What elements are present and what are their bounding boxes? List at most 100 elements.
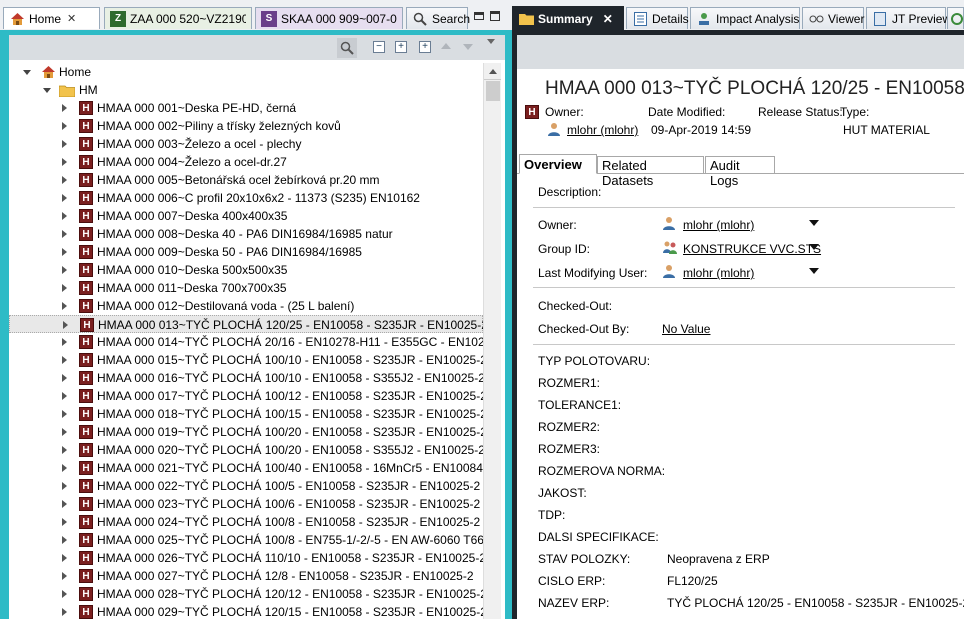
- expand-arrow-icon[interactable]: [62, 356, 67, 364]
- group-dropdown-icon[interactable]: [809, 244, 819, 250]
- expand-arrow-icon[interactable]: [62, 266, 67, 274]
- lmu-dropdown-icon[interactable]: [809, 268, 819, 274]
- expand-arrow-icon[interactable]: [62, 536, 67, 544]
- tree-item[interactable]: H HMAA 000 011~Deska 700x700x35: [9, 279, 483, 297]
- tree-item[interactable]: H HMAA 000 004~Železo a ocel-dr.27: [9, 153, 483, 171]
- tree-scrollbar[interactable]: [483, 63, 501, 619]
- expand-arrow-icon[interactable]: [62, 338, 67, 346]
- tab-home[interactable]: Home ✕: [3, 7, 100, 29]
- tree-root-home[interactable]: Home: [9, 63, 483, 81]
- tree-item[interactable]: H HMAA 000 029~TYČ PLOCHÁ 120/15 - EN1005…: [9, 603, 483, 619]
- expand-arrow-icon[interactable]: [62, 428, 67, 436]
- tab-summary[interactable]: Summary ✕: [512, 6, 624, 30]
- view-menu-icon[interactable]: [487, 39, 495, 44]
- arrow-up-icon[interactable]: [441, 43, 451, 49]
- tab-overview[interactable]: Overview: [519, 154, 597, 174]
- expand-arrow-icon[interactable]: [62, 590, 67, 598]
- tree-item[interactable]: H HMAA 000 013~TYČ PLOCHÁ 120/25 - EN1005…: [9, 315, 483, 333]
- tree-item[interactable]: H HMAA 000 022~TYČ PLOCHÁ 100/5 - EN10058…: [9, 477, 483, 495]
- expand-arrow-icon[interactable]: [23, 70, 31, 75]
- arrow-down-icon[interactable]: [463, 44, 473, 50]
- tree-item[interactable]: H HMAA 000 027~TYČ PLOCHÁ 12/8 - EN10058 …: [9, 567, 483, 585]
- tree-folder-label: HM: [79, 83, 98, 97]
- tab-related-datasets[interactable]: Related Datasets: [597, 156, 704, 188]
- tab-jt-preview[interactable]: JT Preview: [866, 7, 951, 29]
- tab-impact-analysis[interactable]: Impact Analysis: [690, 7, 800, 29]
- tab-more[interactable]: [947, 7, 964, 29]
- tree-item[interactable]: H HMAA 000 017~TYČ PLOCHÁ 100/12 - EN1005…: [9, 387, 483, 405]
- tab-zaa[interactable]: Z ZAA 000 520~VZ219065: [104, 7, 252, 29]
- expand-arrow-icon[interactable]: [62, 194, 67, 202]
- tree-folder-hm[interactable]: HM: [9, 81, 483, 99]
- expand-arrow-icon[interactable]: [62, 482, 67, 490]
- close-icon[interactable]: ✕: [603, 12, 613, 26]
- tree-item[interactable]: H HMAA 000 028~TYČ PLOCHÁ 120/12 - EN1005…: [9, 585, 483, 603]
- collapse-all-button[interactable]: −: [373, 41, 385, 53]
- owner-header-link[interactable]: mlohr (mlohr): [567, 123, 638, 137]
- tree-item[interactable]: H HMAA 000 007~Deska 400x400x35: [9, 207, 483, 225]
- group-id-link[interactable]: KONSTRUKCE VVC.STS: [683, 242, 821, 256]
- expand-arrow-icon[interactable]: [43, 88, 51, 93]
- tree-item[interactable]: H HMAA 000 002~Piliny a třísky železných …: [9, 117, 483, 135]
- expand-arrow-icon[interactable]: [62, 554, 67, 562]
- close-icon[interactable]: ✕: [67, 12, 76, 25]
- expand-arrow-icon[interactable]: [62, 446, 67, 454]
- tree-item[interactable]: H HMAA 000 012~Destilovaná voda - (25 L b…: [9, 297, 483, 315]
- expand-arrow-icon[interactable]: [62, 500, 67, 508]
- tree-item[interactable]: H HMAA 000 006~C profil 20x10x6x2 - 11373…: [9, 189, 483, 207]
- tree-item[interactable]: H HMAA 000 020~TYČ PLOCHÁ 100/20 - EN1005…: [9, 441, 483, 459]
- tab-viewer[interactable]: Viewer: [802, 7, 864, 29]
- expand-arrow-icon[interactable]: [62, 410, 67, 418]
- tree-item[interactable]: H HMAA 000 009~Deska 50 - PA6 DIN16984/16…: [9, 243, 483, 261]
- expand-arrow-icon[interactable]: [62, 176, 67, 184]
- tree-item[interactable]: H HMAA 000 026~TYČ PLOCHÁ 110/10 - EN1005…: [9, 549, 483, 567]
- minimize-button[interactable]: [474, 12, 484, 20]
- checked-out-by-link[interactable]: No Value: [662, 322, 710, 336]
- expand-button[interactable]: +: [395, 41, 407, 53]
- tab-skaa[interactable]: S SKAA 000 909~007-02-: [255, 7, 403, 29]
- expand-arrow-icon[interactable]: [62, 230, 67, 238]
- search-icon[interactable]: [337, 38, 357, 58]
- tab-search[interactable]: Search: [406, 7, 470, 29]
- tree-item[interactable]: H HMAA 000 008~Deska 40 - PA6 DIN16984/16…: [9, 225, 483, 243]
- expand-all-button[interactable]: +: [419, 41, 431, 53]
- expand-arrow-icon[interactable]: [62, 374, 67, 382]
- expand-arrow-icon[interactable]: [62, 302, 67, 310]
- expand-arrow-icon[interactable]: [62, 140, 67, 148]
- expand-arrow-icon[interactable]: [62, 104, 67, 112]
- tree-item[interactable]: H HMAA 000 019~TYČ PLOCHÁ 100/20 - EN1005…: [9, 423, 483, 441]
- tree-item[interactable]: H HMAA 000 005~Betonářská ocel žebírková …: [9, 171, 483, 189]
- expand-arrow-icon[interactable]: [62, 464, 67, 472]
- expand-arrow-icon[interactable]: [62, 608, 67, 616]
- scroll-thumb[interactable]: [486, 81, 500, 101]
- expand-arrow-icon[interactable]: [62, 284, 67, 292]
- tree-item[interactable]: H HMAA 000 018~TYČ PLOCHÁ 100/15 - EN1005…: [9, 405, 483, 423]
- maximize-button[interactable]: [490, 11, 500, 21]
- expand-arrow-icon[interactable]: [62, 518, 67, 526]
- tree-item[interactable]: H HMAA 000 015~TYČ PLOCHÁ 100/10 - EN1005…: [9, 351, 483, 369]
- expand-arrow-icon[interactable]: [62, 158, 67, 166]
- expand-arrow-icon[interactable]: [63, 321, 68, 329]
- owner-dropdown-icon[interactable]: [809, 220, 819, 226]
- tree-item[interactable]: H HMAA 000 021~TYČ PLOCHÁ 100/40 - EN1005…: [9, 459, 483, 477]
- tree-item[interactable]: H HMAA 000 010~Deska 500x500x35: [9, 261, 483, 279]
- scroll-up-button[interactable]: [484, 63, 501, 80]
- tab-audit-logs[interactable]: Audit Logs: [705, 156, 775, 188]
- tree-item-label: HMAA 000 019~TYČ PLOCHÁ 100/20 - EN10058…: [97, 425, 483, 439]
- tree-item[interactable]: H HMAA 000 025~TYČ PLOCHÁ 100/8 - EN755-1…: [9, 531, 483, 549]
- tree-item[interactable]: H HMAA 000 023~TYČ PLOCHÁ 100/6 - EN10058…: [9, 495, 483, 513]
- tree-item[interactable]: H HMAA 000 014~TYČ PLOCHÁ 20/16 - EN10278…: [9, 333, 483, 351]
- tree-item[interactable]: H HMAA 000 016~TYČ PLOCHÁ 100/10 - EN1005…: [9, 369, 483, 387]
- expand-arrow-icon[interactable]: [62, 212, 67, 220]
- expand-arrow-icon[interactable]: [62, 248, 67, 256]
- tab-details[interactable]: Details: [626, 7, 689, 29]
- expand-arrow-icon[interactable]: [62, 122, 67, 130]
- last-modifying-user-link[interactable]: mlohr (mlohr): [683, 266, 754, 280]
- tree-item-label: HMAA 000 002~Piliny a třísky železných k…: [97, 119, 341, 133]
- expand-arrow-icon[interactable]: [62, 392, 67, 400]
- tree-item[interactable]: H HMAA 000 024~TYČ PLOCHÁ 100/8 - EN10058…: [9, 513, 483, 531]
- expand-arrow-icon[interactable]: [62, 572, 67, 580]
- tree-item[interactable]: H HMAA 000 001~Deska PE-HD, černá: [9, 99, 483, 117]
- owner-link[interactable]: mlohr (mlohr): [683, 218, 754, 232]
- tree-item[interactable]: H HMAA 000 003~Železo a ocel - plechy: [9, 135, 483, 153]
